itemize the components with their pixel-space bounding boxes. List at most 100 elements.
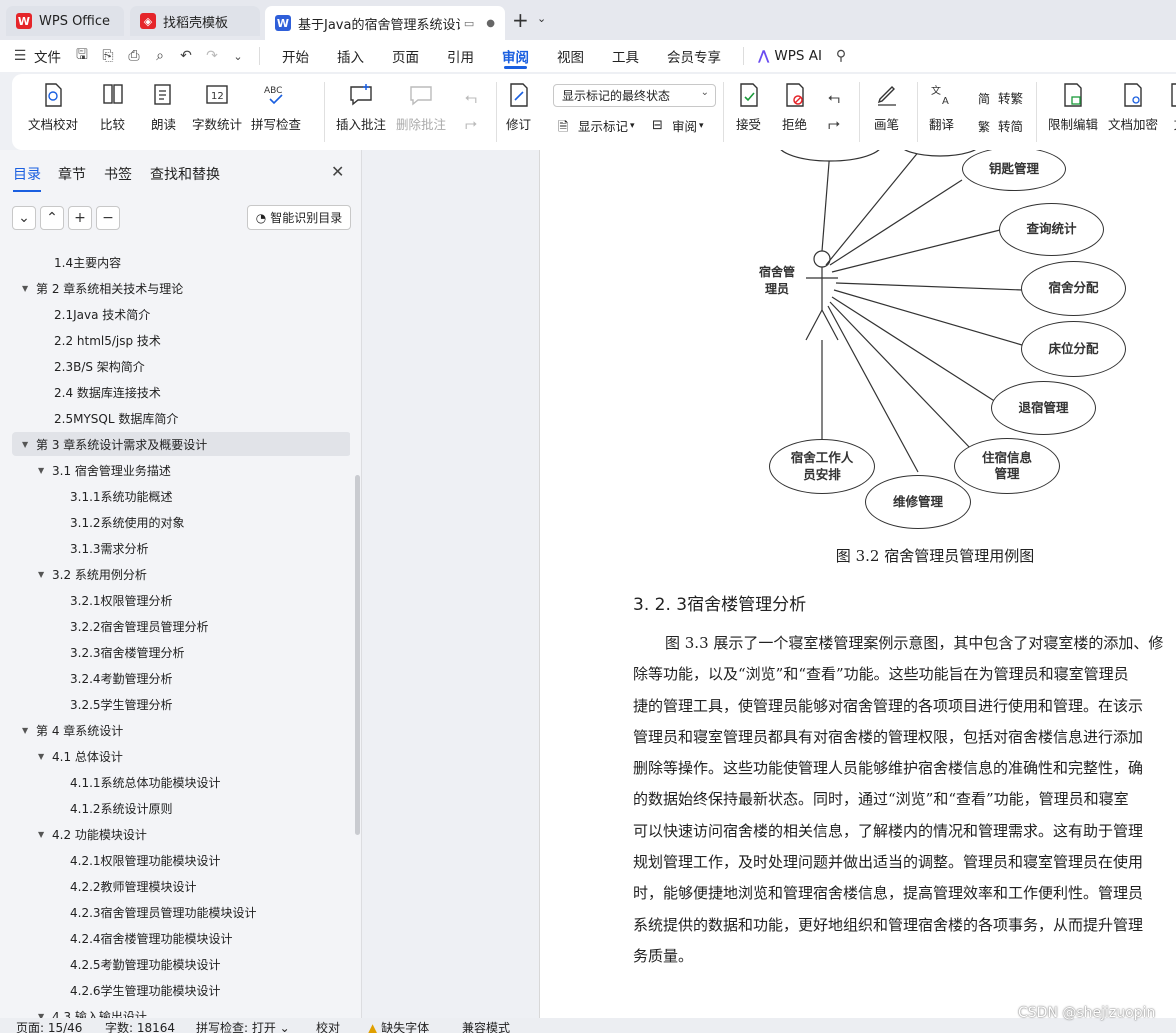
- delete-comment-button[interactable]: 删除批注: [396, 82, 446, 133]
- toc-item[interactable]: 3.2.5学生管理分析: [12, 692, 350, 716]
- spell-check-status[interactable]: 拼写检查: 打开 ⌄: [196, 1019, 290, 1033]
- toc-item[interactable]: 4.2.1权限管理功能模块设计: [12, 848, 350, 872]
- add-heading-icon[interactable]: +: [68, 206, 92, 230]
- translate-button[interactable]: 文A 翻译: [929, 82, 954, 133]
- expand-triangle-icon[interactable]: ▼: [38, 830, 52, 839]
- prev-comment-icon[interactable]: ⮢: [465, 88, 477, 106]
- word-count-button[interactable]: 12 字数统计: [192, 82, 242, 133]
- markup-state-select[interactable]: 显示标记的最终状态 ⌄: [553, 84, 716, 107]
- tab-find-replace[interactable]: 查找和替换: [150, 164, 220, 184]
- tab-chapters[interactable]: 章节: [58, 164, 86, 184]
- toc-item[interactable]: 3.2.1权限管理分析: [12, 588, 350, 612]
- toc-item[interactable]: 1.4主要内容: [12, 250, 350, 274]
- accept-button[interactable]: 接受: [736, 82, 761, 133]
- tab-toc[interactable]: 目录: [13, 164, 41, 192]
- track-changes-button[interactable]: 修订: [506, 82, 531, 133]
- wps-ai-button[interactable]: ⋀ WPS AI: [752, 40, 828, 72]
- review-pane-button[interactable]: ⊟ 审阅 ▾: [652, 116, 704, 135]
- toc-item[interactable]: 3.2.3宿舍楼管理分析: [12, 640, 350, 664]
- toc-item[interactable]: 2.3B/S 架构简介: [12, 354, 350, 378]
- expand-triangle-icon[interactable]: ▼: [38, 570, 52, 579]
- toc-item[interactable]: ▼ 第 3 章系统设计需求及概要设计: [12, 432, 350, 456]
- word-count-status[interactable]: 字数: 18164: [105, 1019, 175, 1033]
- tab-wps-office[interactable]: W WPS Office: [6, 6, 124, 36]
- show-markup-button[interactable]: 🗎 显示标记 ▾: [558, 116, 635, 135]
- export-icon[interactable]: ⎘: [95, 40, 121, 72]
- spell-check-button[interactable]: ABC 拼写检查: [251, 82, 301, 133]
- new-tab-icon[interactable]: +: [512, 8, 529, 32]
- page-indicator[interactable]: 页面: 15/46: [16, 1019, 82, 1033]
- expand-triangle-icon[interactable]: ▼: [22, 726, 36, 735]
- save-icon[interactable]: 🖫: [69, 40, 95, 72]
- tab-bookmarks[interactable]: 书签: [104, 164, 132, 184]
- encrypt-button[interactable]: 文档加密: [1108, 82, 1158, 133]
- toc-item[interactable]: 3.1.2系统使用的对象: [12, 510, 350, 534]
- tab-document[interactable]: W 基于Java的宿舍管理系统设计与 ▭ ●: [265, 6, 505, 40]
- toc-item[interactable]: 4.1.1系统总体功能模块设计: [12, 770, 350, 794]
- toc-item[interactable]: ▼ 4.2 功能模块设计: [12, 822, 350, 846]
- toc-item[interactable]: ▼ 第 2 章系统相关技术与理论: [12, 276, 350, 300]
- menu-tools[interactable]: 工具: [598, 40, 653, 72]
- reject-button[interactable]: 拒绝: [782, 82, 807, 133]
- expand-triangle-icon[interactable]: ▼: [22, 284, 36, 293]
- toc-item[interactable]: ▼ 4.3 输入输出设计: [12, 1004, 350, 1019]
- toc-item[interactable]: ▼ 第 4 章系统设计: [12, 718, 350, 742]
- monitor-icon[interactable]: ▭: [464, 17, 474, 30]
- doc-check-button[interactable]: 文档校对: [28, 82, 78, 133]
- compare-button[interactable]: 比较: [100, 82, 125, 133]
- prev-change-icon[interactable]: ⮢: [828, 88, 840, 106]
- menu-view[interactable]: 视图: [543, 40, 598, 72]
- hamburger-icon[interactable]: ☰: [10, 40, 30, 72]
- print-preview-icon[interactable]: ⌕: [147, 40, 173, 72]
- toc-scrollbar[interactable]: [355, 475, 360, 835]
- toc-item[interactable]: ▼ 4.1 总体设计: [12, 744, 350, 768]
- toc-item[interactable]: ▼ 3.2 系统用例分析: [12, 562, 350, 586]
- menu-page[interactable]: 页面: [378, 40, 433, 72]
- toc-item[interactable]: 4.2.5考勤管理功能模块设计: [12, 952, 350, 976]
- file-menu[interactable]: 文件: [30, 40, 69, 72]
- search-icon[interactable]: ⚲: [828, 40, 854, 72]
- smart-toc-button[interactable]: ◔ 智能识别目录: [247, 205, 351, 230]
- expand-up-icon[interactable]: ⌃: [40, 206, 64, 230]
- proof-status[interactable]: 校对: [316, 1019, 340, 1033]
- next-comment-icon[interactable]: ⮣: [465, 114, 477, 132]
- chevron-down-icon[interactable]: ⌄: [537, 12, 546, 25]
- toc-item[interactable]: 3.2.4考勤管理分析: [12, 666, 350, 690]
- next-change-icon[interactable]: ⮣: [828, 114, 840, 132]
- toc-item[interactable]: 4.2.3宿舍管理员管理功能模块设计: [12, 900, 350, 924]
- toc-item[interactable]: 4.2.6学生管理功能模块设计: [12, 978, 350, 1002]
- menu-references[interactable]: 引用: [433, 40, 488, 72]
- toc-item[interactable]: 3.2.2宿舍管理员管理分析: [12, 614, 350, 638]
- remove-heading-icon[interactable]: −: [96, 206, 120, 230]
- toc-item[interactable]: 2.5MYSQL 数据库简介: [12, 406, 350, 430]
- toc-item[interactable]: 3.1.3需求分析: [12, 536, 350, 560]
- close-icon[interactable]: ✕: [331, 162, 344, 181]
- toc-item[interactable]: 3.1.1系统功能概述: [12, 484, 350, 508]
- restrict-edit-button[interactable]: 限制编辑: [1048, 82, 1098, 133]
- unsaved-dot-icon[interactable]: ●: [486, 18, 495, 29]
- expand-triangle-icon[interactable]: ▼: [38, 752, 52, 761]
- tab-docer-templates[interactable]: ◈ 找稻壳模板: [130, 6, 260, 36]
- toc-item[interactable]: 2.1Java 技术简介: [12, 302, 350, 326]
- menu-membership[interactable]: 会员专享: [653, 40, 735, 72]
- toc-item[interactable]: 4.2.4宿舍楼管理功能模块设计: [12, 926, 350, 950]
- read-aloud-button[interactable]: 朗读: [151, 82, 176, 133]
- toc-item[interactable]: 4.1.2系统设计原则: [12, 796, 350, 820]
- more-button[interactable]: 文: [1168, 82, 1176, 133]
- to-traditional-button[interactable]: 简 转繁: [978, 88, 1023, 107]
- ink-button[interactable]: 画笔: [874, 82, 899, 133]
- toc-item[interactable]: 4.2.2教师管理模块设计: [12, 874, 350, 898]
- expand-triangle-icon[interactable]: ▼: [22, 440, 36, 449]
- expand-triangle-icon[interactable]: ▼: [38, 466, 52, 475]
- insert-comment-button[interactable]: 插入批注: [336, 82, 386, 133]
- menu-insert[interactable]: 插入: [323, 40, 378, 72]
- collapse-icon[interactable]: ⌄: [12, 206, 36, 230]
- print-icon[interactable]: ⎙: [121, 40, 147, 72]
- undo-icon[interactable]: ↶: [173, 40, 199, 72]
- redo-icon[interactable]: ↷: [199, 40, 225, 72]
- toc-item[interactable]: 2.4 数据库连接技术: [12, 380, 350, 404]
- toc-item[interactable]: 2.2 html5/jsp 技术: [12, 328, 350, 352]
- to-simplified-button[interactable]: 繁 转简: [978, 116, 1023, 135]
- menu-review[interactable]: 审阅: [488, 40, 543, 72]
- more-chevron-icon[interactable]: ⌄: [225, 40, 251, 72]
